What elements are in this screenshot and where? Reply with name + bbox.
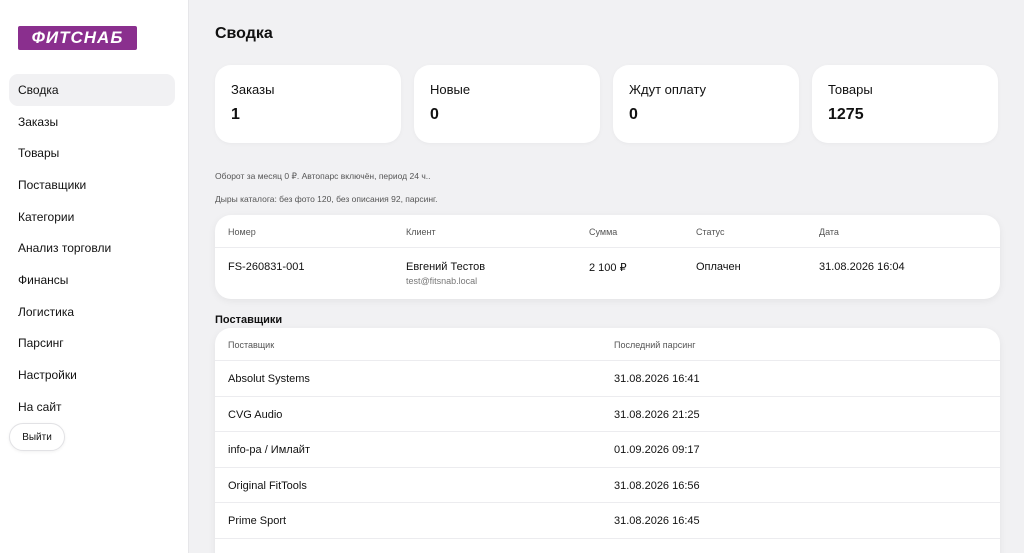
sidebar-item-logistics[interactable]: Логистика — [9, 296, 175, 328]
supplier-last-parse: 31.08.2026 16:56 — [614, 479, 700, 492]
supplier-name: CVG Audio — [228, 408, 283, 421]
stat-value: 0 — [430, 106, 439, 123]
sidebar-item-products[interactable]: Товары — [9, 137, 175, 169]
sidebar-item-trade-analysis[interactable]: Анализ торговли — [9, 232, 175, 264]
brand-logo[interactable]: ФИТСНАБ — [18, 26, 137, 50]
stat-label: Товары — [828, 82, 873, 97]
order-sum: 2 100 ₽ — [589, 262, 627, 274]
suppliers-table: Поставщик Последний парсинг Absolut Syst… — [215, 328, 1000, 553]
sidebar-item-finance[interactable]: Финансы — [9, 264, 175, 296]
column-header-client[interactable]: Клиент — [406, 227, 436, 237]
sidebar-item-parsing[interactable]: Парсинг — [9, 328, 175, 360]
sidebar-nav: Сводка Заказы Товары Поставщики Категори… — [9, 74, 175, 423]
column-header-supplier[interactable]: Поставщик — [228, 340, 274, 350]
table-row[interactable]: FS-260831-001 Евгений Тестов test@fitsna… — [215, 248, 1000, 299]
stat-value: 0 — [629, 106, 638, 123]
sidebar-item-orders[interactable]: Заказы — [9, 106, 175, 138]
orders-table: Номер Клиент Сумма Статус Дата FS-260831… — [215, 215, 1000, 299]
stat-label: Заказы — [231, 82, 275, 97]
sidebar-item-summary[interactable]: Сводка — [9, 74, 175, 106]
sidebar-item-suppliers[interactable]: Поставщики — [9, 169, 175, 201]
sidebar-item-label: Парсинг — [18, 336, 64, 351]
supplier-last-parse: 31.08.2026 16:45 — [614, 515, 700, 527]
table-row[interactable]: Prime Sport 31.08.2026 16:45 — [215, 503, 1000, 539]
column-header-date[interactable]: Дата — [819, 227, 839, 237]
stat-card-new: Новые 0 — [414, 65, 600, 143]
sidebar-item-label: Заказы — [18, 114, 59, 129]
app: ФИТСНАБ Сводка Заказы Товары Поставщики … — [0, 0, 1024, 553]
sidebar-item-label: Категории — [18, 209, 75, 224]
client-email: test@fitsnab.local — [406, 276, 478, 286]
stat-card-orders: Заказы 1 — [215, 65, 401, 143]
order-date: 31.08.2026 16:04 — [819, 261, 905, 273]
sidebar-item-label: Сводка — [18, 82, 59, 97]
supplier-last-parse: 31.08.2026 21:25 — [614, 408, 700, 421]
sidebar-item-settings[interactable]: Настройки — [9, 359, 175, 391]
page-title: Сводка — [215, 25, 273, 42]
supplier-name: Prime Sport — [228, 515, 287, 527]
main-content: Сводка Заказы 1 Новые 0 Ждут оплату 0 То… — [189, 0, 1024, 553]
catalog-gaps-info: Дыры каталога: без фото 120, без описани… — [215, 194, 438, 204]
table-row[interactable]: Original FitTools 31.08.2026 16:56 — [215, 468, 1000, 503]
stat-card-awaiting-payment: Ждут оплату 0 — [613, 65, 799, 143]
table-header: Поставщик Последний парсинг — [215, 328, 1000, 361]
stat-card-products: Товары 1275 — [812, 65, 998, 143]
order-number[interactable]: FS-260831-001 — [228, 261, 304, 273]
table-row[interactable]: CVG Audio 31.08.2026 21:25 — [215, 397, 1000, 432]
order-status: Оплачен — [696, 261, 741, 273]
turnover-info: Оборот за месяц 0 ₽. Автопарс включён, п… — [215, 171, 431, 181]
stat-label: Новые — [430, 82, 471, 97]
stat-value: 1275 — [828, 106, 864, 123]
table-header: Номер Клиент Сумма Статус Дата — [215, 215, 1000, 248]
supplier-name: Original FitTools — [228, 479, 307, 492]
logout-button[interactable]: Выйти — [9, 423, 65, 451]
table-row[interactable]: info-pa / Имлайт 01.09.2026 09:17 — [215, 432, 1000, 468]
sidebar-item-to-site[interactable]: На сайт — [9, 391, 175, 423]
table-row[interactable]: Absolut Systems 31.08.2026 16:41 — [215, 361, 1000, 397]
stat-label: Ждут оплату — [629, 82, 707, 97]
column-header-number[interactable]: Номер — [228, 227, 256, 237]
sidebar-item-label: Логистика — [18, 304, 75, 319]
sidebar-item-categories[interactable]: Категории — [9, 201, 175, 233]
supplier-name: info-pa / Имлайт — [228, 444, 310, 456]
sidebar-item-label: Настройки — [18, 368, 77, 383]
column-header-sum[interactable]: Сумма — [589, 227, 617, 237]
logo-text: ФИТСНАБ — [31, 28, 124, 47]
sidebar-item-label: Товары — [18, 146, 60, 161]
client-name: Евгений Тестов — [406, 261, 486, 273]
supplier-name: Absolut Systems — [228, 373, 310, 385]
sidebar: ФИТСНАБ Сводка Заказы Товары Поставщики … — [0, 0, 189, 553]
sidebar-item-label: Поставщики — [18, 177, 87, 192]
sidebar-item-label: Анализ торговли — [18, 241, 112, 256]
supplier-last-parse: 31.08.2026 16:41 — [614, 373, 700, 385]
stats-cards: Заказы 1 Новые 0 Ждут оплату 0 Товары 12… — [215, 65, 998, 143]
sidebar-item-label: Финансы — [18, 272, 69, 287]
sidebar-item-label: На сайт — [18, 399, 62, 414]
supplier-last-parse: 01.09.2026 09:17 — [614, 444, 700, 456]
column-header-status[interactable]: Статус — [696, 227, 724, 237]
stat-value: 1 — [231, 106, 240, 123]
column-header-last-parse[interactable]: Последний парсинг — [614, 340, 695, 350]
order-client: Евгений Тестов test@fitsnab.local — [406, 261, 485, 286]
suppliers-section-title: Поставщики — [215, 314, 283, 326]
